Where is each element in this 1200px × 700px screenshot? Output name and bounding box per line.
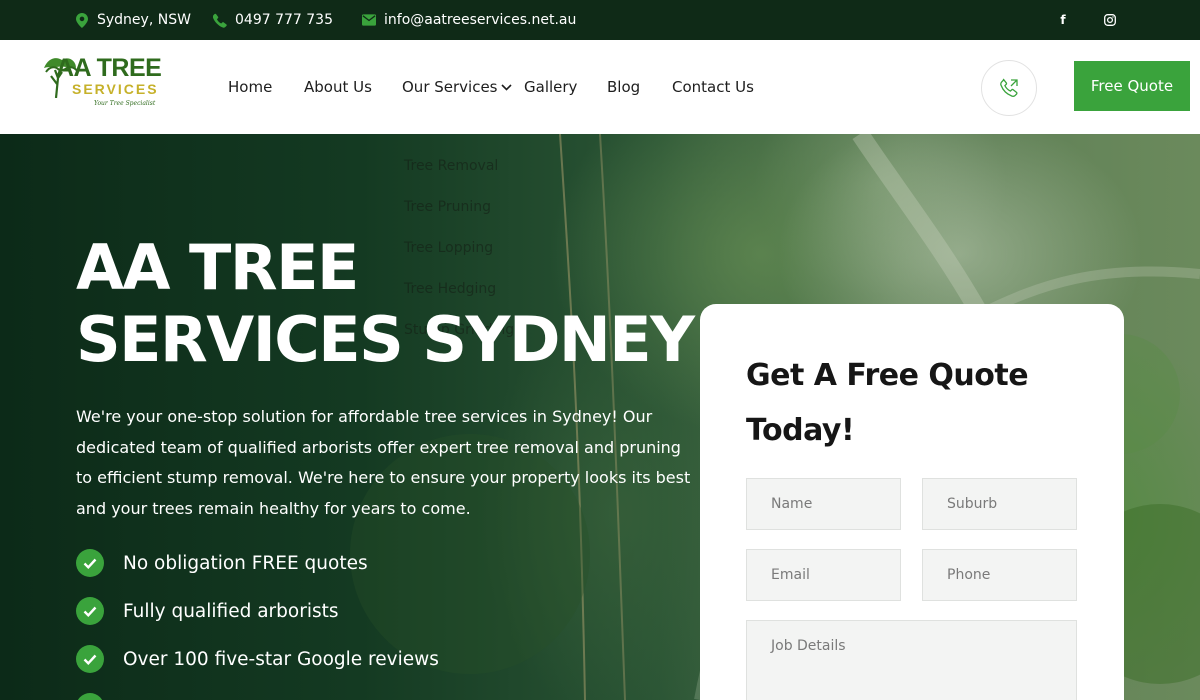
dropdown-item-tree-pruning[interactable]: Tree Pruning: [404, 199, 491, 215]
benefit-item: No obligation FREE quotes: [76, 549, 368, 577]
logo-subtitle: SERVICES: [72, 81, 159, 97]
nav-about[interactable]: About Us: [304, 40, 372, 134]
email-text: info@aatreeservices.net.au: [384, 12, 577, 28]
site-header: AA TREE SERVICES Your Tree Specialist Ho…: [0, 40, 1200, 134]
hero-title: AA TREE SERVICES SYDNEY: [76, 232, 716, 376]
envelope-icon: [362, 13, 376, 27]
logo-tagline: Your Tree Specialist: [94, 100, 156, 107]
nav-services[interactable]: Our Services: [402, 40, 512, 134]
benefit-item: Fully qualified arborists: [76, 597, 339, 625]
form-title: Get A Free Quote Today!: [746, 358, 1029, 448]
top-bar: Sydney, NSW 0497 777 735 info@aatreeserv…: [0, 0, 1200, 40]
check-icon: [76, 645, 104, 673]
phone-icon: [213, 13, 227, 28]
nav-gallery[interactable]: Gallery: [524, 40, 577, 134]
job-details-textarea[interactable]: Job Details: [746, 620, 1077, 700]
chevron-down-icon: [500, 83, 512, 91]
benefit-item-partial: [76, 693, 123, 700]
nav-home[interactable]: Home: [228, 40, 272, 134]
check-icon: [76, 549, 104, 577]
hero-title-line-1: AA TREE: [76, 231, 359, 304]
instagram-icon[interactable]: [1100, 0, 1120, 40]
benefit-text: No obligation FREE quotes: [123, 552, 368, 574]
location-info: Sydney, NSW: [75, 0, 191, 40]
benefit-text: Over 100 five-star Google reviews: [123, 648, 439, 670]
phone-text: 0497 777 735: [235, 12, 333, 28]
quote-form-card: Get A Free Quote Today! Name Suburb Emai…: [700, 304, 1124, 700]
suburb-input[interactable]: Suburb: [922, 478, 1077, 530]
nav-contact[interactable]: Contact Us: [672, 40, 754, 134]
phone-call-icon: [1000, 78, 1018, 97]
facebook-icon[interactable]: f: [1053, 0, 1073, 40]
nav-services-label: Our Services: [402, 78, 498, 96]
name-input[interactable]: Name: [746, 478, 901, 530]
phone-input[interactable]: Phone: [922, 549, 1077, 601]
call-button[interactable]: [981, 60, 1037, 116]
nav-blog[interactable]: Blog: [607, 40, 640, 134]
check-icon: [76, 693, 104, 700]
check-icon: [76, 597, 104, 625]
free-quote-button[interactable]: Free Quote: [1074, 61, 1190, 111]
dropdown-item-tree-removal[interactable]: Tree Removal: [404, 158, 498, 174]
logo[interactable]: AA TREE SERVICES Your Tree Specialist: [42, 54, 164, 122]
email-input[interactable]: Email: [746, 549, 901, 601]
hero-section: Tree Removal Tree Pruning Tree Lopping T…: [0, 134, 1200, 700]
email-info[interactable]: info@aatreeservices.net.au: [362, 0, 576, 40]
hero-description: We're your one-stop solution for afforda…: [76, 407, 691, 518]
location-text: Sydney, NSW: [97, 12, 191, 28]
map-pin-icon: [75, 12, 89, 28]
logo-wordmark: AA TREE: [56, 54, 162, 82]
benefit-text: Fully qualified arborists: [123, 600, 339, 622]
hero-title-line-2: SERVICES SYDNEY: [76, 303, 695, 376]
phone-info[interactable]: 0497 777 735: [213, 0, 333, 40]
benefit-item: Over 100 five-star Google reviews: [76, 645, 439, 673]
